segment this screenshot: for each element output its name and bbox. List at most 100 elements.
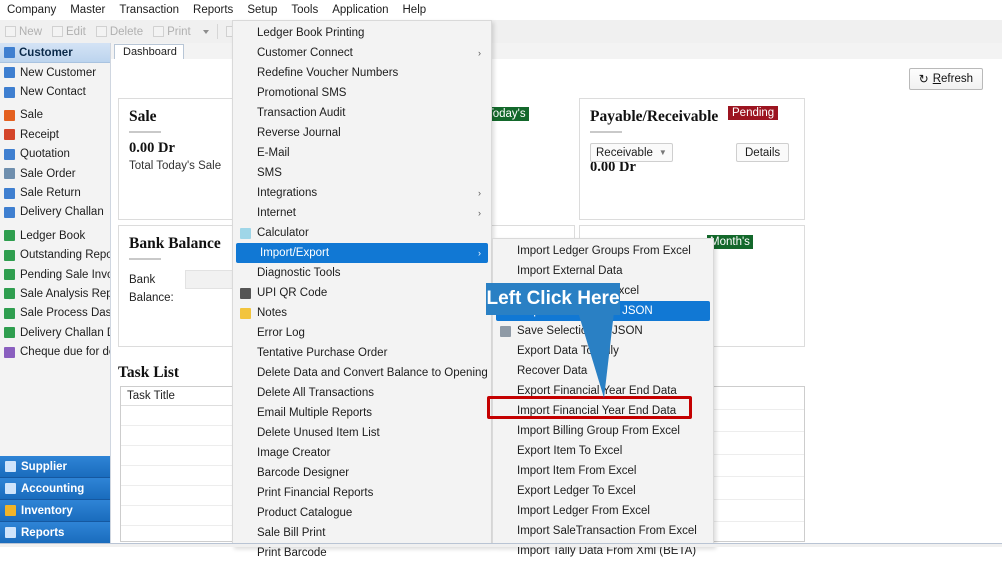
sidebar-item-outstanding-report[interactable]: Outstanding Report [0,246,110,265]
menu-item-customer-connect[interactable]: Customer Connect › [233,43,491,63]
menu-item-label: Import Billing Group From Excel [517,425,680,437]
sidebar-section-supplier[interactable]: Supplier [0,456,110,478]
sidebar-section-label: Reports [21,526,65,539]
menubar-item-application[interactable]: Application [325,0,395,20]
sidebar-item-delivery-challan[interactable]: Delivery Challan [0,203,110,222]
menu-item-import-external-data[interactable]: Import External Data [493,261,713,281]
card-bank-balance: Bank Balance Bank Balance: [118,225,239,347]
sidebar-item-label: Pending Sale Invoices [20,268,110,281]
menu-item-transaction-audit[interactable]: Transaction Audit [233,103,491,123]
sidebar-header-customer[interactable]: Customer [0,43,110,63]
menubar-item-transaction[interactable]: Transaction [112,0,186,20]
menu-item-e-mail[interactable]: E-Mail [233,143,491,163]
menu-item-print-financial-reports[interactable]: Print Financial Reports [233,483,491,503]
people-icon [4,67,15,79]
people-icon [4,187,15,199]
menu-item-import-export[interactable]: Import/Export › [236,243,488,263]
sidebar-item-sale-order[interactable]: Sale Order [0,164,110,183]
menu-item-import-billing-group-from-excel[interactable]: Import Billing Group From Excel [493,421,713,441]
menu-item-label: Delete Unused Item List [257,427,380,439]
people-icon [4,206,15,218]
bank-balance-field[interactable] [185,270,239,289]
menu-item-upi-qr-code[interactable]: UPI QR Code [233,283,491,303]
menubar-item-setup[interactable]: Setup [240,0,284,20]
refresh-button[interactable]: ↻ Refresh [908,68,983,90]
menu-item-label: Import External Data [517,265,623,277]
payable-details-button[interactable]: Details [736,143,790,162]
toolbar-new-button[interactable]: New [0,26,47,38]
menu-item-reverse-journal[interactable]: Reverse Journal [233,123,491,143]
payable-details-label: Details [745,146,781,159]
sidebar-item-ledger-book[interactable]: Ledger Book [0,226,110,245]
menu-item-import-saletransaction-from-excel[interactable]: Import SaleTransaction From Excel [493,521,713,541]
menu-item-calculator[interactable]: Calculator [233,223,491,243]
sidebar-header-label: Customer [19,46,73,59]
sidebar-section-reports[interactable]: Reports [0,522,110,544]
tab-dashboard[interactable]: Dashboard [114,44,184,59]
menu-item-internet[interactable]: Internet › [233,203,491,223]
menu-item-import-ledger-groups-from-excel[interactable]: Import Ledger Groups From Excel [493,241,713,261]
notes-icon-glyph [239,307,251,319]
menu-item-delete-data-and-convert-balance-to-opening[interactable]: Delete Data and Convert Balance to Openi… [233,363,491,383]
sidebar-item-new-customer[interactable]: New Customer [0,63,110,82]
sidebar-section-label: Supplier [21,460,68,473]
menubar-item-tools[interactable]: Tools [284,0,326,20]
sidebar-item-pending-sale-invoices[interactable]: Pending Sale Invoices [0,265,110,284]
qr-code-icon [233,287,257,299]
sidebar-item-label: Sale Process Dashboa [20,307,110,320]
menu-item-promotional-sms[interactable]: Promotional SMS [233,83,491,103]
menu-item-tentative-purchase-order[interactable]: Tentative Purchase Order [233,343,491,363]
menubar-item-reports[interactable]: Reports [186,0,240,20]
sidebar-item-sale[interactable]: Sale [0,106,110,125]
toolbar-print-dropdown[interactable] [196,29,214,34]
chevron-right-icon: › [478,188,481,198]
menu-item-label: Delete Data and Convert Balance to Openi… [257,367,488,379]
menu-item-import-item-from-excel[interactable]: Import Item From Excel [493,461,713,481]
sidebar-section-label: Inventory [21,504,73,517]
menu-item-export-ledger-to-excel[interactable]: Export Ledger To Excel [493,481,713,501]
menubar-item-master[interactable]: Master [63,0,112,20]
menu-item-email-multiple-reports[interactable]: Email Multiple Reports [233,403,491,423]
sidebar-section-inventory[interactable]: Inventory [0,500,110,522]
menu-item-import-ledger-from-excel[interactable]: Import Ledger From Excel [493,501,713,521]
sidebar-item-new-contact[interactable]: New Contact [0,82,110,101]
menu-item-delete-unused-item-list[interactable]: Delete Unused Item List [233,423,491,443]
sidebar-item-sale-return[interactable]: Sale Return [0,183,110,202]
menubar-item-company[interactable]: Company [0,0,63,20]
payable-receivable-dropdown[interactable]: Receivable ▼ [590,143,673,162]
sidebar-section-accounting[interactable]: Accounting [0,478,110,500]
inventory-icon [5,505,16,516]
menu-item-notes[interactable]: Notes [233,303,491,323]
menu-item-label: UPI QR Code [257,287,328,299]
menu-item-integrations[interactable]: Integrations › [233,183,491,203]
toolbar-print-button[interactable]: Print [148,26,196,38]
callout-text: Left Click Here [486,288,620,309]
menu-item-delete-all-transactions[interactable]: Delete All Transactions [233,383,491,403]
toolbar-delete-button[interactable]: Delete [91,26,148,38]
menu-item-export-item-to-excel[interactable]: Export Item To Excel [493,441,713,461]
menu-item-image-creator[interactable]: Image Creator [233,443,491,463]
sidebar-item-sale-process-dashboa[interactable]: Sale Process Dashboa [0,304,110,323]
sidebar-item-receipt[interactable]: Receipt [0,125,110,144]
sidebar-item-delivery-challan-dashl[interactable]: Delivery Challan Dashl [0,323,110,342]
left-click-here-callout: Left Click Here [486,283,620,315]
delete-icon [95,26,107,37]
menubar-item-help[interactable]: Help [396,0,434,20]
menu-item-label: Export Ledger To Excel [517,485,636,497]
menu-item-label: Notes [257,307,288,319]
menu-item-barcode-designer[interactable]: Barcode Designer [233,463,491,483]
menu-item-redefine-voucher-numbers[interactable]: Redefine Voucher Numbers [233,63,491,83]
menu-item-sms[interactable]: SMS [233,163,491,183]
sidebar-item-label: Delivery Challan [20,206,104,219]
menu-item-diagnostic-tools[interactable]: Diagnostic Tools [233,263,491,283]
menu-item-error-log[interactable]: Error Log [233,323,491,343]
sidebar-item-quotation[interactable]: Quotation [0,145,110,164]
menu-item-product-catalogue[interactable]: Product Catalogue [233,503,491,523]
card-sale-title: Sale [129,108,157,125]
toolbar-edit-button[interactable]: Edit [47,26,91,38]
sidebar-item-sale-analysis-report[interactable]: Sale Analysis Report [0,284,110,303]
menu-item-sale-bill-print[interactable]: Sale Bill Print [233,523,491,543]
supplier-icon [5,461,16,472]
menu-item-ledger-book-printing[interactable]: Ledger Book Printing [233,23,491,43]
sidebar-item-cheque-due-for-depos[interactable]: Cheque due for depos [0,342,110,361]
